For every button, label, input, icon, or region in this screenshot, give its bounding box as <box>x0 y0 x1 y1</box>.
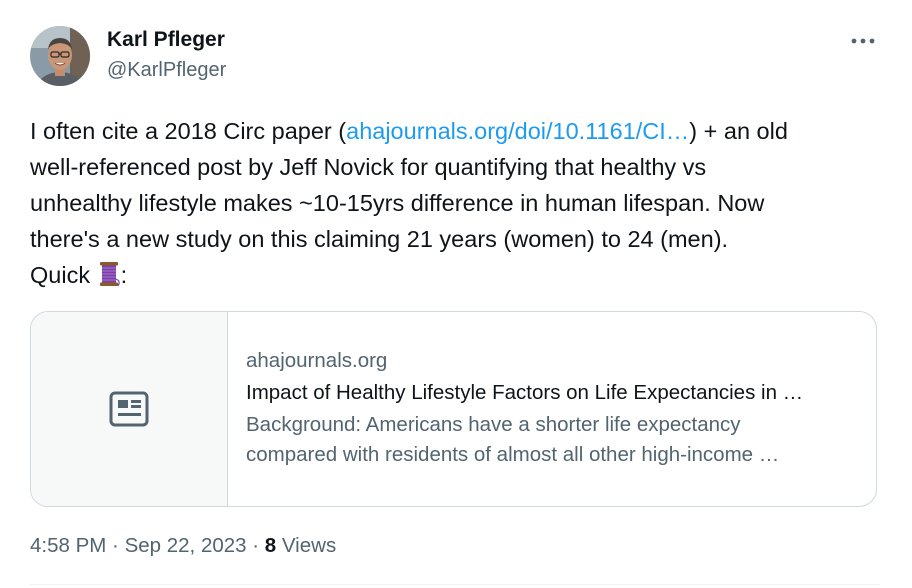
card-domain: ahajournals.org <box>246 349 388 372</box>
tweet-line-3: unhealthy lifestyle makes ~10-15yrs diff… <box>30 190 765 216</box>
tweet-time[interactable]: 4:58 PM <box>30 534 106 557</box>
card-description-line: compared with residents of almost all ot… <box>246 443 780 466</box>
tweet: Karl Pfleger @KarlPfleger I often cite a… <box>0 0 912 588</box>
person-avatar-icon <box>30 26 90 86</box>
thread-spool-icon <box>99 262 120 287</box>
tweet-text-fragment: ) + an old <box>689 118 788 144</box>
card-title: Impact of Healthy Lifestyle Factors on L… <box>246 381 804 404</box>
tweet-date[interactable]: Sep 22, 2023 <box>125 534 247 557</box>
author-name[interactable]: Karl Pfleger <box>107 27 226 53</box>
meta-separator: · <box>106 534 125 557</box>
tweet-line-2: well-referenced post by Jeff Novick for … <box>30 154 707 180</box>
link-preview-card[interactable]: ahajournals.org Impact of Healthy Lifest… <box>30 311 877 507</box>
meta-separator: · <box>246 534 265 557</box>
views-label: Views <box>276 534 337 557</box>
tweet-text-fragment: : <box>120 262 128 288</box>
tweet-meta: 4:58 PM · Sep 22, 2023 · 8 Views <box>30 532 336 560</box>
tweet-link[interactable]: ahajournals.org/doi/10.1161/CI… <box>346 118 689 144</box>
tweet-text: I often cite a 2018 Circ paper (ahajourn… <box>30 113 880 293</box>
divider <box>30 584 880 585</box>
card-description-line: Background: Americans have a shorter lif… <box>246 413 741 436</box>
more-horizontal-icon <box>851 38 875 44</box>
card-description: Background: Americans have a shorter lif… <box>246 410 866 470</box>
author-handle[interactable]: @KarlPfleger <box>107 57 226 83</box>
tweet-line-1: I often cite a 2018 Circ paper (ahajourn… <box>30 113 880 149</box>
tweet-line-5: Quick : <box>30 257 880 293</box>
card-thumbnail <box>31 312 228 506</box>
tweet-line-4: there's a new study on this claiming 21 … <box>30 226 729 252</box>
card-text: ahajournals.org Impact of Healthy Lifest… <box>228 312 866 506</box>
views-count[interactable]: 8 <box>265 534 276 557</box>
article-icon <box>109 391 149 427</box>
tweet-text-fragment: Quick <box>30 262 97 288</box>
tweet-text-fragment: I often cite a 2018 Circ paper ( <box>30 118 347 144</box>
more-button[interactable] <box>849 31 877 51</box>
avatar[interactable] <box>30 26 90 86</box>
author-block: Karl Pfleger @KarlPfleger <box>107 27 226 83</box>
